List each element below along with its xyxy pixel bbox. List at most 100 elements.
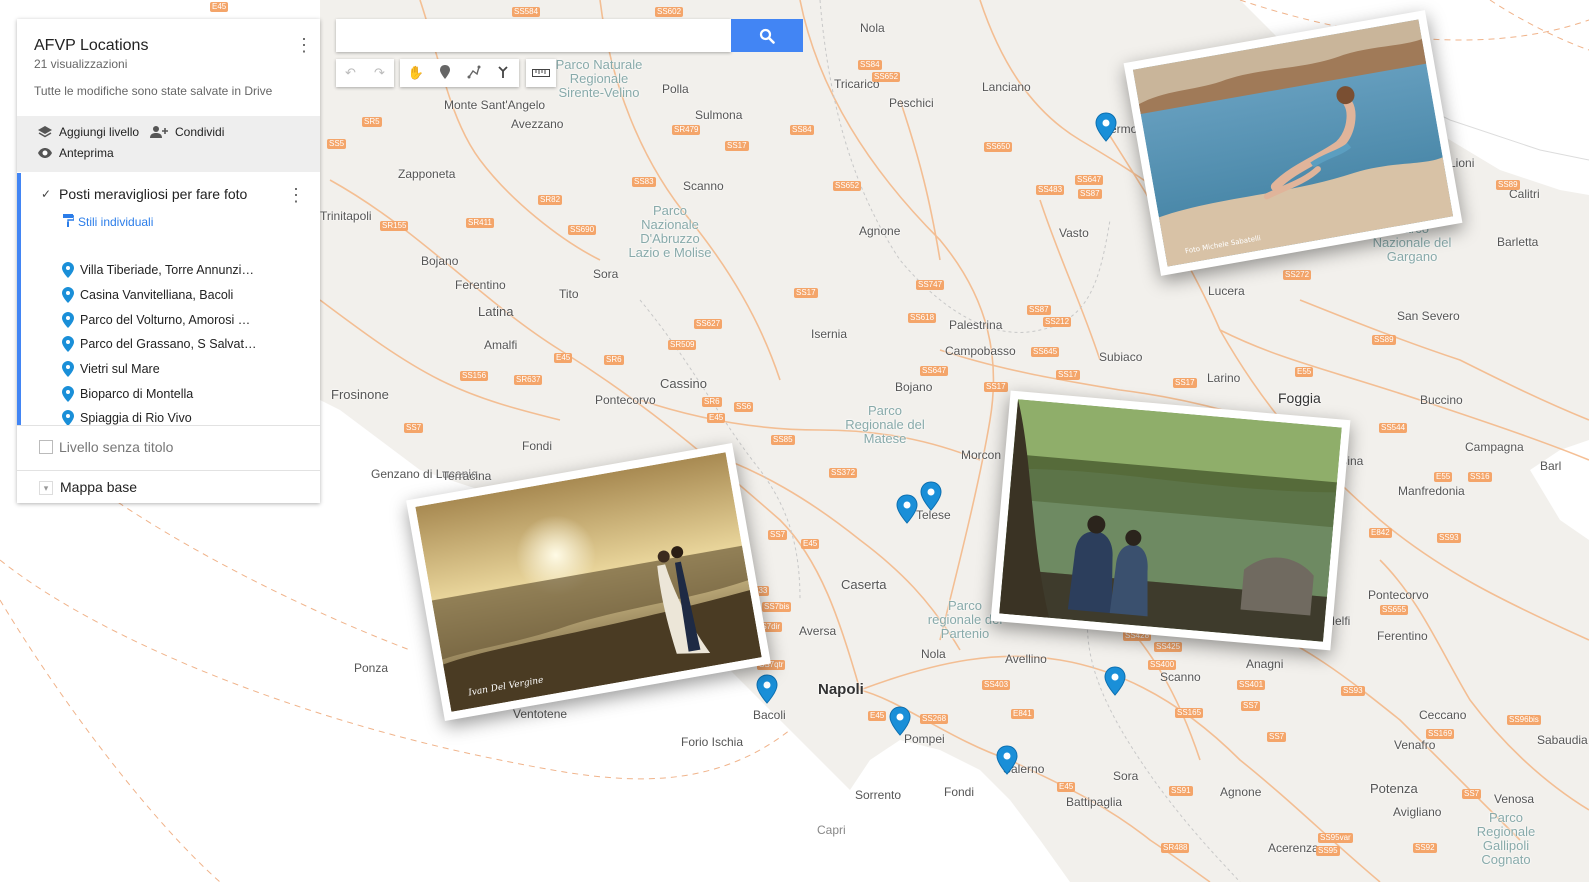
- road-shield: SS544: [1379, 423, 1408, 433]
- road-shield: SS5: [327, 139, 347, 149]
- road-shield: SS403: [982, 680, 1011, 690]
- map-options-icon[interactable]: ⋮: [295, 36, 313, 54]
- undo-icon[interactable]: ↶: [336, 65, 365, 81]
- list-item[interactable]: Vietri sul Mare: [62, 361, 160, 377]
- road-shield: SS618: [908, 313, 937, 323]
- label-ventotene: Ventotene: [513, 707, 568, 721]
- label-acerenza: Ceccano: [1419, 708, 1467, 722]
- photo-couple-lake-image: [999, 399, 1342, 642]
- road-shield: SS96bis: [1507, 715, 1541, 725]
- search-button[interactable]: [731, 19, 803, 52]
- eye-icon: [37, 146, 53, 160]
- layer-visibility-checkbox[interactable]: ✓: [39, 187, 53, 201]
- place-pin-icon: [62, 287, 74, 303]
- road-shield: SS7: [1462, 789, 1482, 799]
- label-pontecorvo: Pontecorvo: [595, 393, 656, 407]
- map-title[interactable]: AFVP Locations: [34, 37, 148, 55]
- road-shield: SS156: [460, 371, 489, 381]
- road-shield: SS95: [1316, 846, 1340, 856]
- road-shield: E841: [1011, 709, 1034, 719]
- pompei-pin[interactable]: [889, 706, 911, 736]
- label-larino: Vasto: [1059, 226, 1089, 240]
- label-vasto: Lanciano: [982, 80, 1031, 94]
- layer-posti-meravigliosi: ✓ Posti meravigliosi per fare foto ⋮ Sti…: [17, 173, 320, 426]
- share-label: Condividi: [175, 125, 225, 139]
- list-item[interactable]: Villa Tiberiade, Torre Annunzi…: [62, 262, 254, 278]
- road-shield: SS87: [1027, 305, 1051, 315]
- list-item[interactable]: Bioparco di Montella: [62, 386, 193, 402]
- road-shield: SS268: [920, 714, 949, 724]
- label-barletta: Barl: [1540, 459, 1562, 473]
- label-polla: Acerenza: [1268, 841, 1319, 855]
- ruler-icon: [532, 69, 550, 77]
- park-sirente-velino: Parco Naturale Regionale Sirente-Velino: [555, 57, 643, 100]
- road-shield: SR5: [362, 117, 382, 127]
- label-ferentino: Ferentino: [455, 278, 506, 292]
- label-irsina: Sabaudia: [1537, 733, 1588, 747]
- road-shield: SR155: [380, 221, 409, 231]
- photo-couple-lake[interactable]: [990, 390, 1351, 651]
- label-zapponeta: Buccino: [1420, 393, 1463, 407]
- layer2-name[interactable]: Livello senza titolo: [59, 439, 173, 455]
- road-shield: SS584: [512, 7, 541, 17]
- bacoli-pin[interactable]: [756, 674, 778, 704]
- draw-line-icon[interactable]: [460, 65, 489, 82]
- road-shield: SS7: [768, 530, 788, 540]
- road-shield: SS401: [1237, 680, 1266, 690]
- layer2-visibility-checkbox[interactable]: [39, 440, 53, 454]
- search-icon: [759, 28, 775, 44]
- label-tricarico: Venosa: [1494, 792, 1535, 806]
- road-shield: SS6: [734, 402, 754, 412]
- label-calitri: Anagni: [1246, 657, 1284, 671]
- measure-button[interactable]: [526, 59, 556, 87]
- hand-icon[interactable]: ✋: [402, 65, 431, 81]
- redo-icon[interactable]: ↷: [365, 65, 394, 81]
- list-item[interactable]: Spiaggia di Rio Vivo: [62, 410, 192, 426]
- basemap-expand-icon[interactable]: ▾: [39, 481, 53, 495]
- road-shield: E55: [1434, 472, 1453, 482]
- share-button[interactable]: Condividi: [149, 125, 224, 139]
- road-shield: E55: [1295, 367, 1314, 377]
- layer-name[interactable]: Posti meravigliosi per fare foto: [59, 186, 247, 202]
- label-bojano: Bojano: [895, 380, 933, 394]
- add-layer-button[interactable]: Aggiungi livello: [37, 125, 139, 139]
- search-input[interactable]: [336, 19, 731, 52]
- directions-icon[interactable]: [489, 65, 518, 82]
- label-agnone: Agnone: [859, 224, 901, 238]
- marker-icon[interactable]: [431, 64, 460, 82]
- termoli-pin[interactable]: [1095, 112, 1117, 142]
- road-shield: SS169: [1426, 729, 1455, 739]
- road-shield: SR488: [1161, 843, 1190, 853]
- road-shield: SS652: [872, 72, 901, 82]
- list-item[interactable]: Parco del Grassano, S Salvat…: [62, 336, 256, 352]
- preview-button[interactable]: Anteprima: [37, 146, 114, 160]
- list-item[interactable]: Casina Vanvitelliana, Bacoli: [62, 287, 233, 303]
- road-shield: SS93: [1437, 533, 1461, 543]
- individual-styles-link[interactable]: Stili individuali: [62, 213, 153, 230]
- label-isernia: Isernia: [811, 327, 848, 341]
- paint-roller-icon: [62, 213, 75, 230]
- telese-pin-1[interactable]: [920, 481, 942, 511]
- label-san-severo: Lucera: [1208, 284, 1245, 298]
- label-capri: Capri: [817, 823, 846, 837]
- save-status: Tutte le modifiche sono state salvate in…: [34, 84, 273, 98]
- label-latina: Frosinone: [331, 387, 389, 402]
- road-shield: SS425: [1154, 642, 1183, 652]
- salerno-pin[interactable]: [996, 745, 1018, 775]
- montella-pin[interactable]: [1104, 666, 1126, 696]
- label-bacoli: Bacoli: [753, 708, 786, 722]
- road-shield: SS89: [1372, 335, 1396, 345]
- undo-redo-group: ↶ ↷: [336, 59, 394, 87]
- road-shield: E45: [1057, 782, 1076, 792]
- label-isola-del-liri: Tito: [559, 287, 579, 301]
- road-shield: SR479: [672, 125, 701, 135]
- basemap-label[interactable]: Mappa base: [60, 479, 137, 495]
- layer-options-icon[interactable]: ⋮: [287, 186, 305, 204]
- road-shield: SR637: [514, 375, 543, 385]
- label-forio-ischia: Forio Ischia: [681, 735, 744, 749]
- place-name: Parco del Grassano, S Salvat…: [80, 337, 257, 351]
- list-item[interactable]: Parco del Volturno, Amorosi …: [62, 312, 250, 328]
- road-shield: SR6: [702, 397, 722, 407]
- label-caserta: Caserta: [841, 577, 887, 592]
- telese-pin-2[interactable]: [896, 494, 918, 524]
